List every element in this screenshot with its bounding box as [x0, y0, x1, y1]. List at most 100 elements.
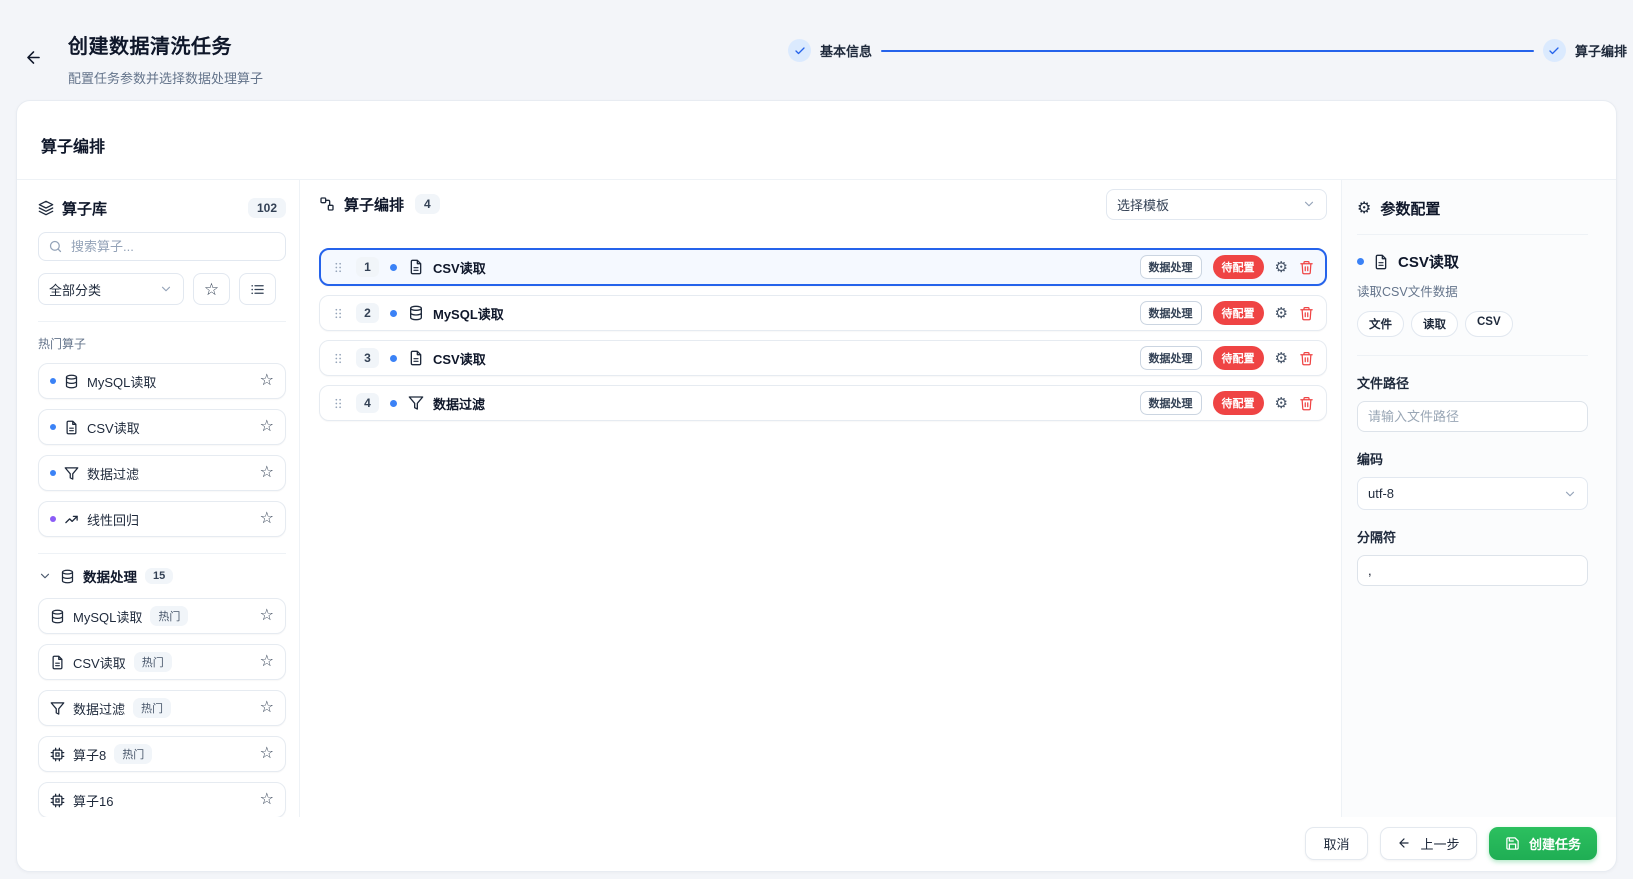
encoding-select[interactable]: utf-8	[1357, 477, 1588, 510]
tag: 读取	[1411, 311, 1458, 337]
delimiter-input[interactable]	[1357, 555, 1588, 586]
drag-handle-icon[interactable]	[332, 350, 345, 367]
cancel-button[interactable]: 取消	[1305, 827, 1368, 860]
drag-handle-icon[interactable]	[332, 259, 345, 276]
configure-button[interactable]: ⚙	[1275, 396, 1288, 411]
hot-badge: 热门	[133, 698, 171, 718]
chevron-down-icon	[38, 569, 52, 583]
drag-handle-icon[interactable]	[332, 305, 345, 322]
star-icon[interactable]: ☆	[260, 608, 274, 624]
step-indicator: 基本信息 算子编排	[788, 39, 1627, 62]
filter-icon	[50, 701, 65, 716]
create-task-label: 创建任务	[1529, 834, 1581, 853]
operator-tags: 文件 读取 CSV	[1357, 311, 1588, 337]
favorites-filter-button[interactable]: ☆	[193, 273, 230, 305]
list-icon	[250, 282, 265, 297]
status-badge: 待配置	[1213, 255, 1264, 279]
step-operator-orchestration[interactable]: 算子编排	[1543, 39, 1627, 62]
template-select[interactable]: 选择模板	[1106, 189, 1327, 220]
pipeline-row-4-data-filter[interactable]: 4 数据过滤 数据处理 待配置 ⚙	[319, 385, 1327, 421]
configure-button[interactable]: ⚙	[1275, 306, 1288, 321]
library-item-csv-read[interactable]: CSV读取 ☆	[38, 409, 286, 445]
back-button[interactable]	[20, 44, 46, 70]
row-operator-name: CSV读取	[433, 258, 486, 277]
save-icon	[1505, 836, 1520, 851]
category-select[interactable]: 全部分类	[38, 273, 184, 305]
chevron-down-icon	[1563, 487, 1577, 501]
configure-button[interactable]: ⚙	[1275, 260, 1288, 275]
delete-button[interactable]	[1299, 260, 1314, 275]
category-badge: 数据处理	[1140, 255, 1202, 279]
configure-button[interactable]: ⚙	[1275, 351, 1288, 366]
list-view-button[interactable]	[239, 273, 276, 305]
file-path-input[interactable]	[1357, 401, 1588, 432]
pipeline-row-3-csv-read[interactable]: 3 CSV读取 数据处理 待配置 ⚙	[319, 340, 1327, 376]
library-count-badge: 102	[248, 198, 286, 218]
pipeline-count-badge: 4	[415, 194, 440, 214]
star-icon[interactable]: ☆	[260, 511, 274, 527]
trend-icon	[64, 512, 79, 527]
star-icon[interactable]: ☆	[260, 373, 274, 389]
file-path-label: 文件路径	[1357, 373, 1588, 392]
group-count-badge: 15	[145, 568, 173, 584]
trash-icon	[1299, 396, 1314, 411]
star-icon[interactable]: ☆	[260, 746, 274, 762]
pipeline-row-1-csv-read[interactable]: 1 CSV读取 数据处理 待配置 ⚙	[319, 248, 1327, 286]
page-title: 创建数据清洗任务	[68, 30, 263, 59]
selected-operator-name: CSV读取	[1398, 251, 1459, 272]
layers-icon	[38, 200, 54, 216]
library-item-linear-regression[interactable]: 线性回归 ☆	[38, 501, 286, 537]
file-icon	[1373, 254, 1389, 270]
filter-icon	[408, 395, 424, 411]
divider	[38, 553, 286, 554]
library-item-mysql-read[interactable]: MySQL读取 ☆	[38, 363, 286, 399]
star-icon[interactable]: ☆	[260, 654, 274, 670]
trash-icon	[1299, 260, 1314, 275]
star-icon[interactable]: ☆	[260, 700, 274, 716]
group-title: 数据处理	[83, 566, 137, 586]
hot-badge: 热门	[114, 744, 152, 764]
library-item-data-filter[interactable]: 数据过滤 ☆	[38, 455, 286, 491]
chevron-down-icon	[1302, 197, 1316, 211]
row-index-badge: 3	[356, 348, 379, 368]
step-check-circle	[1543, 39, 1566, 62]
library-item-operator-16[interactable]: 算子16 ☆	[38, 782, 286, 817]
database-icon	[408, 305, 424, 321]
library-item-data-filter[interactable]: 数据过滤 热门 ☆	[38, 690, 286, 726]
library-item-mysql-read[interactable]: MySQL读取 热门 ☆	[38, 598, 286, 634]
previous-step-button[interactable]: 上一步	[1380, 827, 1477, 860]
gear-icon: ⚙	[1275, 260, 1288, 275]
delete-button[interactable]	[1299, 396, 1314, 411]
operator-name: MySQL读取	[87, 372, 156, 391]
delete-button[interactable]	[1299, 306, 1314, 321]
status-dot	[390, 400, 397, 407]
drag-handle-icon[interactable]	[332, 395, 345, 412]
library-title: 算子库	[62, 198, 107, 219]
delete-button[interactable]	[1299, 351, 1314, 366]
create-task-button[interactable]: 创建任务	[1489, 827, 1597, 860]
star-icon[interactable]: ☆	[260, 465, 274, 481]
page-header: 创建数据清洗任务 配置任务参数并选择数据处理算子 基本信息 算子编排	[0, 0, 1633, 100]
chip-icon	[50, 793, 65, 808]
previous-step-label: 上一步	[1420, 834, 1459, 853]
filter-icon	[64, 466, 79, 481]
chevron-down-icon	[159, 282, 173, 296]
row-index-badge: 4	[356, 393, 379, 413]
star-icon[interactable]: ☆	[260, 419, 274, 435]
category-badge: 数据处理	[1140, 346, 1202, 370]
library-header: 算子库 102	[38, 196, 286, 220]
database-icon	[64, 374, 79, 389]
pipeline-row-2-mysql-read[interactable]: 2 MySQL读取 数据处理 待配置 ⚙	[319, 295, 1327, 331]
category-group-data-processing[interactable]: 数据处理 15	[38, 566, 286, 586]
operator-search-input[interactable]	[38, 232, 286, 261]
gear-icon: ⚙	[1275, 306, 1288, 321]
file-icon	[50, 655, 65, 670]
star-icon[interactable]: ☆	[260, 792, 274, 808]
page-titles: 创建数据清洗任务 配置任务参数并选择数据处理算子	[68, 30, 263, 87]
status-dot	[50, 516, 56, 522]
row-operator-name: 数据过滤	[433, 394, 485, 413]
step-basic-info[interactable]: 基本信息	[788, 39, 872, 62]
library-item-operator-8[interactable]: 算子8 热门 ☆	[38, 736, 286, 772]
library-item-csv-read[interactable]: CSV读取 热门 ☆	[38, 644, 286, 680]
encoding-select-value: utf-8	[1368, 486, 1394, 501]
